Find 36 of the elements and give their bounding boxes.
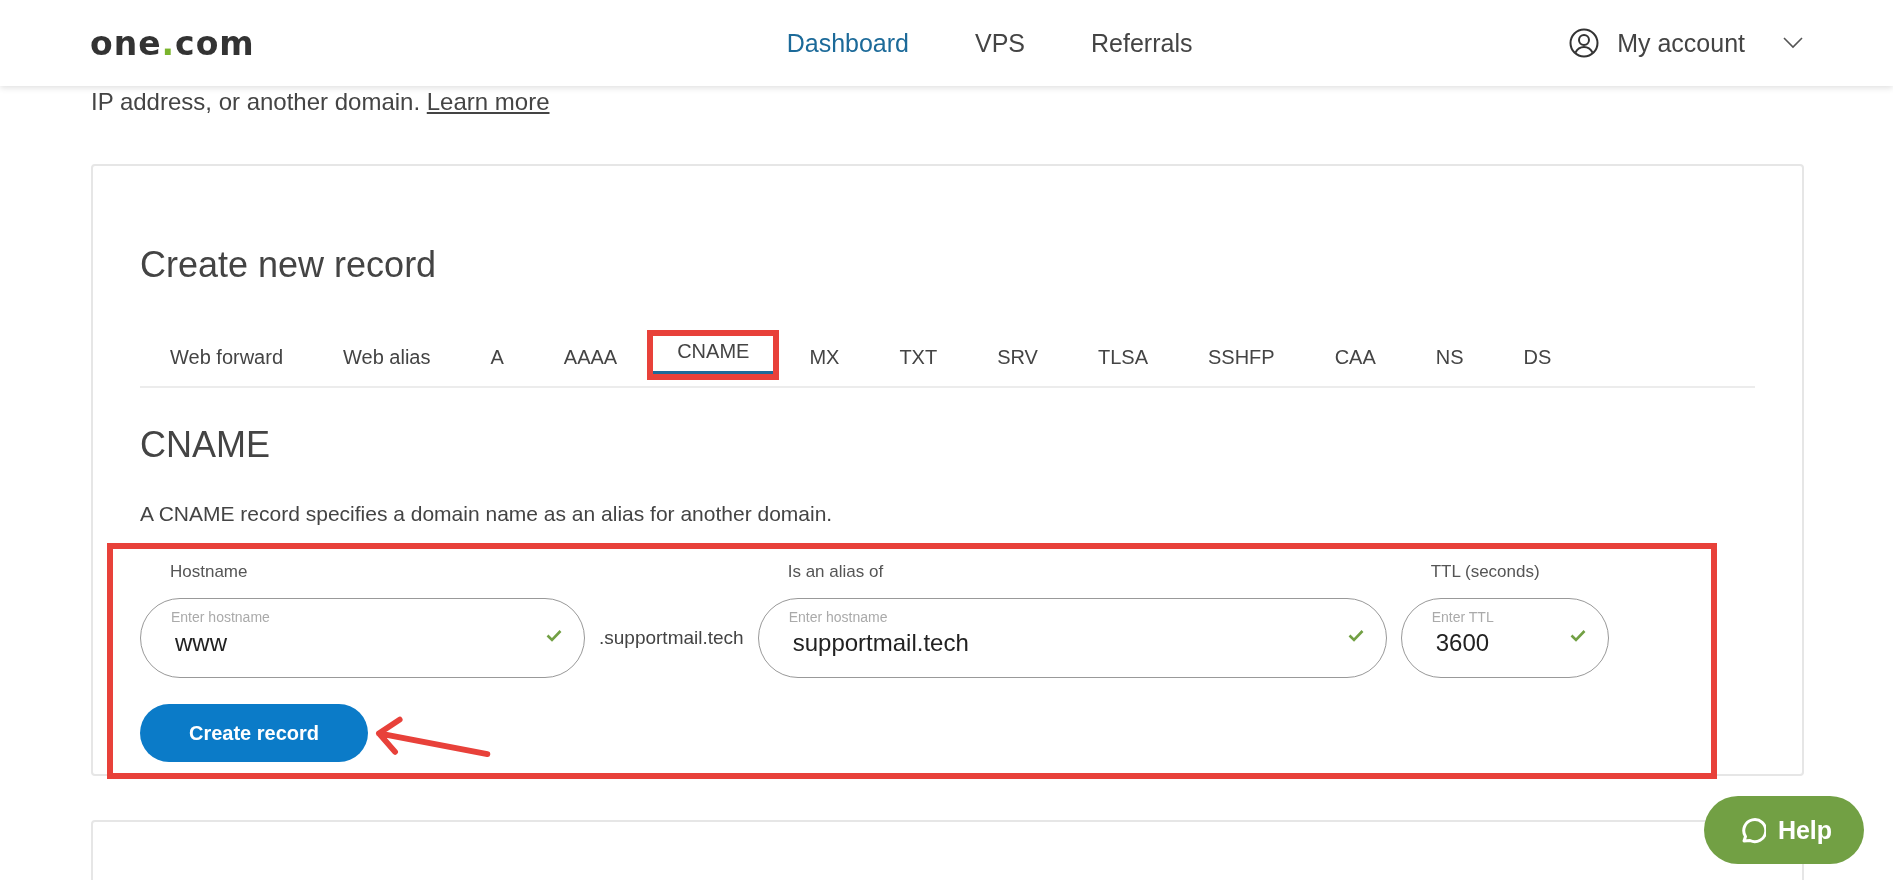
record-type-tab[interactable]: CNAME	[647, 330, 780, 380]
section-title: CNAME	[140, 424, 271, 466]
floating-label: Enter hostname	[171, 609, 271, 625]
field-value[interactable]: www	[171, 625, 482, 657]
record-type-tab[interactable]: TLSA	[1067, 336, 1178, 386]
record-type-tab[interactable]: CAA	[1304, 336, 1406, 386]
field-value[interactable]: 3600	[1431, 625, 1553, 657]
nav-link[interactable]: Dashboard	[786, 28, 909, 58]
field-label: Hostname	[169, 562, 249, 582]
card-title: Create new record	[140, 244, 438, 286]
floating-label: Enter hostname	[788, 609, 889, 625]
description-text: A CNAME record specifies a domain name as an alias for another domain.	[140, 502, 834, 526]
logo[interactable]: one.com	[90, 23, 490, 63]
intro-text: IP address, or another domain. Learn more	[90, 88, 551, 116]
field-label: Is an alias of	[786, 562, 885, 582]
floating-label: Enter TTL	[1431, 609, 1495, 625]
nav-link[interactable]: VPS	[975, 28, 1026, 58]
field-label: TTL (seconds)	[1429, 562, 1541, 582]
record-type-tab[interactable]: Web alias	[313, 336, 461, 386]
record-type-tab[interactable]: SRV	[967, 336, 1068, 386]
record-type-tab[interactable]: AAAA	[533, 336, 648, 386]
record-type-tab[interactable]: MX	[779, 336, 870, 386]
account-menu[interactable]: My account	[1617, 28, 1745, 58]
record-type-tab[interactable]: A	[460, 336, 534, 386]
learn-more-link[interactable]: Learn more	[426, 88, 550, 115]
record-type-tab[interactable]: DS	[1493, 336, 1582, 386]
record-type-tab[interactable]: SSHFP	[1178, 336, 1305, 386]
create-record-button[interactable]: Create record	[140, 704, 368, 762]
record-type-tab[interactable]: Web forward	[140, 336, 313, 386]
domain-suffix: .supportmail.tech	[599, 627, 744, 649]
field-value[interactable]: supportmail.tech	[788, 625, 1247, 657]
record-type-tab[interactable]: TXT	[869, 336, 968, 386]
nav-link[interactable]: Referrals	[1091, 28, 1193, 58]
user-icon[interactable]	[1569, 28, 1600, 58]
record-type-tab[interactable]: NS	[1405, 336, 1494, 386]
chevron-down-icon[interactable]	[1783, 37, 1803, 49]
